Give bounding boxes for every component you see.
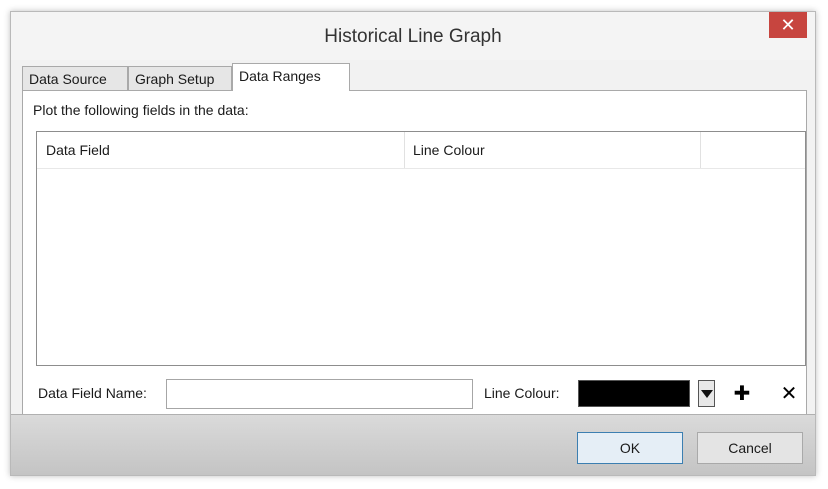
- remove-field-button[interactable]: ✕: [778, 379, 800, 407]
- add-field-button[interactable]: ✚: [731, 379, 753, 407]
- line-colour-swatch[interactable]: [578, 380, 690, 407]
- list-header: Data Field Line Colour: [37, 132, 805, 169]
- tab-data-ranges[interactable]: Data Ranges: [232, 63, 350, 91]
- field-editor-row: Data Field Name: Line Colour: ✚ ✕: [36, 376, 806, 410]
- ok-button[interactable]: OK: [577, 432, 683, 464]
- line-colour-dropdown[interactable]: [698, 380, 715, 407]
- x-icon: ✕: [780, 382, 798, 405]
- close-button[interactable]: ✕: [769, 12, 807, 38]
- dialog-footer: OK Cancel: [11, 414, 815, 475]
- data-ranges-panel: Plot the following fields in the data: D…: [22, 90, 807, 416]
- data-field-name-label: Data Field Name:: [38, 385, 147, 401]
- plus-icon: ✚: [733, 382, 751, 405]
- panel-instruction: Plot the following fields in the data:: [33, 102, 249, 118]
- cancel-button[interactable]: Cancel: [697, 432, 803, 464]
- tab-data-source[interactable]: Data Source: [22, 66, 128, 90]
- close-icon: ✕: [780, 14, 796, 35]
- data-fields-list[interactable]: Data Field Line Colour: [36, 131, 806, 366]
- dialog-window: Historical Line Graph ✕ Data Source Grap…: [10, 11, 816, 476]
- tab-graph-setup[interactable]: Graph Setup: [128, 66, 232, 90]
- column-separator[interactable]: [700, 132, 701, 168]
- data-field-name-input[interactable]: [166, 379, 473, 409]
- line-colour-label: Line Colour:: [484, 385, 560, 401]
- column-header-line-colour[interactable]: Line Colour: [404, 132, 700, 168]
- column-header-data-field[interactable]: Data Field: [37, 132, 404, 168]
- window-title: Historical Line Graph: [324, 26, 502, 47]
- title-bar: Historical Line Graph ✕: [11, 12, 815, 60]
